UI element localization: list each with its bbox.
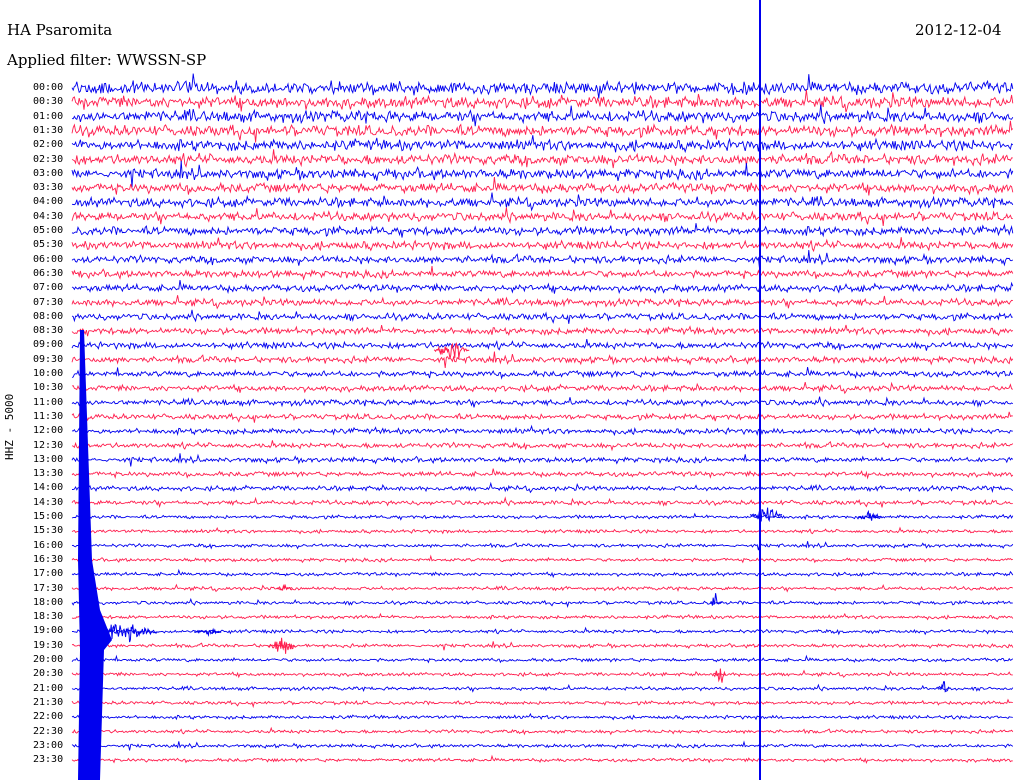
- trace-line: [71, 754, 1013, 764]
- earthquake-signal: [78, 330, 112, 780]
- trace-line: [71, 295, 1013, 310]
- trace-line: [71, 280, 1014, 295]
- trace-line: [71, 89, 1014, 113]
- trace-line: [71, 135, 1014, 154]
- trace-line: [71, 207, 1013, 227]
- trace-line: [71, 265, 1014, 281]
- trace-line: [71, 683, 1014, 693]
- trace-line: [71, 554, 1013, 564]
- event-burst: [433, 342, 470, 359]
- trace-line: [71, 726, 1014, 736]
- trace-line: [71, 526, 1014, 535]
- trace-line: [71, 309, 1013, 324]
- trace-line: [72, 481, 1014, 494]
- trace-line: [71, 597, 1013, 609]
- trace-line: [71, 192, 1014, 212]
- trace-line: [71, 468, 1014, 480]
- trace-line: [71, 177, 1014, 196]
- trace-line: [71, 396, 1014, 408]
- trace-line: [71, 324, 1014, 338]
- trace-line: [71, 698, 1013, 709]
- trace-line: [71, 541, 1014, 551]
- event-burst: [713, 668, 727, 683]
- trace-group: [71, 73, 1014, 764]
- trace-line: [71, 440, 1014, 452]
- trace-line: [71, 712, 1013, 721]
- trace-line: [71, 249, 1014, 270]
- event-burst: [709, 593, 723, 606]
- trace-line: [71, 453, 1014, 467]
- trace-line: [71, 339, 1014, 351]
- trace-line: [71, 73, 1014, 99]
- trace-line: [71, 641, 1014, 651]
- trace-line: [71, 223, 1014, 238]
- trace-line: [71, 612, 1014, 621]
- trace-line: [71, 496, 1013, 509]
- trace-line: [71, 120, 1014, 143]
- trace-line: [71, 568, 1014, 579]
- trace-line: [71, 583, 1014, 593]
- trace-line: [71, 654, 1014, 664]
- trace-line: [71, 669, 1013, 679]
- trace-line: [71, 351, 1014, 369]
- trace-line: [71, 149, 1013, 169]
- event-burst: [749, 507, 783, 523]
- trace-line: [71, 367, 1014, 380]
- trace-line: [71, 740, 1014, 751]
- event-burst: [937, 681, 951, 693]
- trace-line: [71, 424, 1013, 437]
- trace-line: [71, 160, 1014, 188]
- trace-line: [71, 381, 1013, 395]
- seismogram-plot: [71, 0, 1014, 780]
- trace-line: [71, 237, 1014, 253]
- trace-line: [71, 411, 1013, 423]
